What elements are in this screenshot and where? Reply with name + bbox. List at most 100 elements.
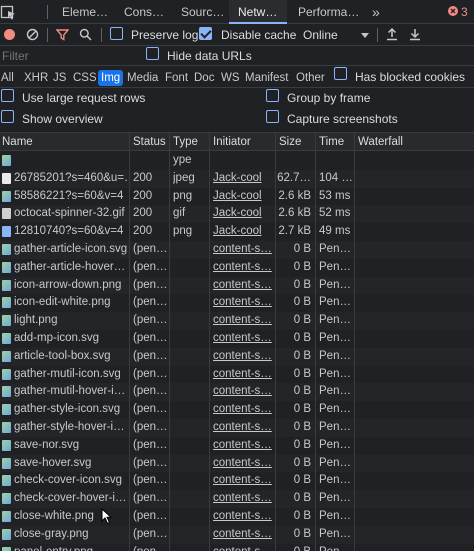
- cell-type: [173, 259, 207, 277]
- table-row[interactable]: icon-arrow-down.png (pen… content-s… 0 B Pen…: [0, 276, 474, 295]
- cell-initiator[interactable]: content-s…: [213, 401, 273, 419]
- more-tabs-button[interactable]: »: [372, 0, 384, 24]
- table-row[interactable]: gather-style-icon.svg (pen… content-s… 0 B P…: [0, 401, 474, 419]
- type-filter-manifest[interactable]: Manifest: [245, 70, 288, 86]
- cell-initiator[interactable]: content-s…: [213, 277, 273, 295]
- column-header-time[interactable]: Time: [319, 133, 344, 151]
- tab-performance[interactable]: Performa…: [298, 0, 358, 24]
- table-row[interactable]: gather-mutil-icon.svg (pen… content-s… 0 B P…: [0, 366, 474, 384]
- cell-name: check-cover-icon.svg: [14, 474, 123, 487]
- cell-initiator[interactable]: content-s…: [213, 259, 273, 277]
- type-filter-css[interactable]: CSS: [73, 70, 97, 86]
- cell-initiator[interactable]: content-s…: [213, 348, 273, 366]
- large-rows-checkbox[interactable]: [1, 89, 14, 102]
- table-row[interactable]: close-gray.png (pen… content-s… 0 B Pen…: [0, 525, 474, 544]
- type-filter-img[interactable]: Img: [98, 70, 124, 86]
- cell-initiator[interactable]: content-s…: [213, 383, 273, 401]
- type-filter-js[interactable]: JS: [53, 70, 66, 86]
- cell-status: 200: [133, 171, 153, 184]
- cell-initiator[interactable]: content-s…: [213, 472, 273, 490]
- filter-icon[interactable]: [56, 28, 69, 41]
- has-blocked-cookies-checkbox[interactable]: [334, 67, 347, 80]
- table-row[interactable]: gather-style-hover-i… (pen… content-s… 0 B P…: [0, 419, 474, 437]
- cell-initiator[interactable]: content-s…: [213, 508, 273, 526]
- table-row[interactable]: check-cover-icon.svg (pen… content-s… 0 B Pe…: [0, 472, 474, 490]
- table-row[interactable]: octocat-spinner-32.gif 200 gif Jack-cool 2.6…: [0, 205, 474, 224]
- cell-initiator[interactable]: content-s…: [213, 490, 273, 508]
- tab-network[interactable]: Netw…: [229, 0, 287, 24]
- type-filter-font[interactable]: Font: [165, 70, 188, 86]
- table-row[interactable]: 26785201?s=460&u=… 200 jpeg Jack-cool 62.7… 1…: [0, 169, 474, 188]
- cell-initiator[interactable]: [213, 152, 273, 170]
- cell-initiator[interactable]: Jack-cool: [213, 223, 273, 241]
- cell-status: (pen…: [133, 403, 167, 416]
- tab-elements[interactable]: Eleme…: [62, 0, 114, 24]
- cell-initiator[interactable]: Jack-cool: [213, 188, 273, 206]
- disable-cache-checkbox[interactable]: [199, 27, 212, 40]
- file-icon: [2, 315, 11, 327]
- column-header-status[interactable]: Status: [133, 133, 166, 151]
- column-header-waterfall[interactable]: Waterfall: [358, 133, 403, 151]
- type-filter-other[interactable]: Other: [296, 70, 325, 86]
- column-header-initiator[interactable]: Initiator: [213, 133, 251, 151]
- cell-initiator[interactable]: content-s…: [213, 455, 273, 473]
- cell-type: [173, 348, 207, 366]
- table-row[interactable]: close-white.png (pen… content-s… 0 B Pen…: [0, 508, 474, 526]
- chevron-down-icon[interactable]: [361, 33, 369, 38]
- type-filter-media[interactable]: Media: [127, 70, 158, 86]
- export-har-icon[interactable]: [409, 27, 421, 41]
- filter-input[interactable]: [2, 48, 132, 64]
- table-row[interactable]: check-cover-hover-i… (pen… content-s… 0 B Pe…: [0, 490, 474, 508]
- table-row[interactable]: save-hover.svg (pen… content-s… 0 B Pen…: [0, 454, 474, 473]
- type-filter-all[interactable]: All: [1, 70, 14, 86]
- cell-size: 0 B: [293, 438, 311, 451]
- error-icon[interactable]: [448, 6, 458, 16]
- inspect-element-icon[interactable]: [0, 3, 16, 21]
- cell-initiator[interactable]: content-s…: [213, 366, 273, 384]
- import-har-icon[interactable]: [386, 27, 398, 41]
- table-row[interactable]: gather-mutil-hover-i… (pen… content-s… 0 B P…: [0, 383, 474, 402]
- cell-initiator[interactable]: content-s…: [213, 294, 273, 312]
- table-row[interactable]: add-mp-icon.svg (pen… content-s… 0 B Pen…: [0, 330, 474, 348]
- cell-initiator[interactable]: content-s…: [213, 526, 273, 544]
- record-icon[interactable]: [4, 29, 15, 40]
- cell-initiator[interactable]: content-s…: [213, 312, 273, 330]
- type-filter-xhr[interactable]: XHR: [24, 70, 48, 86]
- table-row[interactable]: light.png (pen… content-s… 0 B Pen…: [0, 312, 474, 330]
- group-by-frame-checkbox[interactable]: [266, 89, 279, 102]
- hide-data-urls-checkbox[interactable]: [146, 47, 159, 60]
- cell-size: 2.6 kB: [278, 207, 311, 220]
- cell-initiator[interactable]: content-s…: [213, 330, 273, 348]
- throttle-select[interactable]: Online: [303, 28, 338, 42]
- table-row[interactable]: article-tool-box.svg (pen… content-s… 0 B Pe…: [0, 347, 474, 366]
- cell-initiator[interactable]: content-s…: [213, 241, 273, 259]
- table-row[interactable]: panel-entry.png (pen… content-s… 0 B Pen…: [0, 544, 474, 551]
- cell-initiator[interactable]: Jack-cool: [213, 205, 273, 223]
- tab-sources[interactable]: Sourc…: [181, 0, 225, 24]
- column-header-type[interactable]: Type: [173, 133, 198, 151]
- table-row[interactable]: 12810740?s=60&v=4 200 png Jack-cool 2.7 kB 49…: [0, 223, 474, 241]
- show-overview-checkbox[interactable]: [1, 110, 14, 123]
- show-overview-label: Show overview: [22, 112, 103, 126]
- preserve-log-checkbox[interactable]: [110, 27, 123, 40]
- table-row[interactable]: ype: [0, 152, 474, 170]
- cell-initiator[interactable]: content-s…: [213, 544, 273, 551]
- column-header-name[interactable]: Name: [2, 133, 33, 151]
- table-row[interactable]: gather-article-icon.svg (pen… content-s… 0 …: [0, 241, 474, 259]
- table-row[interactable]: gather-article-hover… (pen… content-s… 0 B P…: [0, 259, 474, 277]
- capture-screenshots-checkbox[interactable]: [266, 110, 279, 123]
- cell-initiator[interactable]: content-s…: [213, 419, 273, 437]
- tab-console[interactable]: Cons…: [124, 0, 170, 24]
- table-row[interactable]: icon-edit-white.png (pen… content-s… 0 B Pen…: [0, 294, 474, 312]
- type-filter-ws[interactable]: WS: [221, 70, 240, 86]
- file-icon: [2, 457, 11, 469]
- type-filter-doc[interactable]: Doc: [194, 70, 214, 86]
- clear-icon[interactable]: [26, 28, 39, 41]
- search-icon[interactable]: [79, 28, 92, 41]
- cell-initiator[interactable]: content-s…: [213, 437, 273, 455]
- tab-separator: [47, 5, 48, 19]
- cell-initiator[interactable]: Jack-cool: [213, 170, 273, 188]
- column-header-size[interactable]: Size: [279, 133, 301, 151]
- table-row[interactable]: save-nor.svg (pen… content-s… 0 B Pen…: [0, 437, 474, 455]
- table-row[interactable]: 58586221?s=60&v=4 200 png Jack-cool 2.6 kB 53…: [0, 188, 474, 206]
